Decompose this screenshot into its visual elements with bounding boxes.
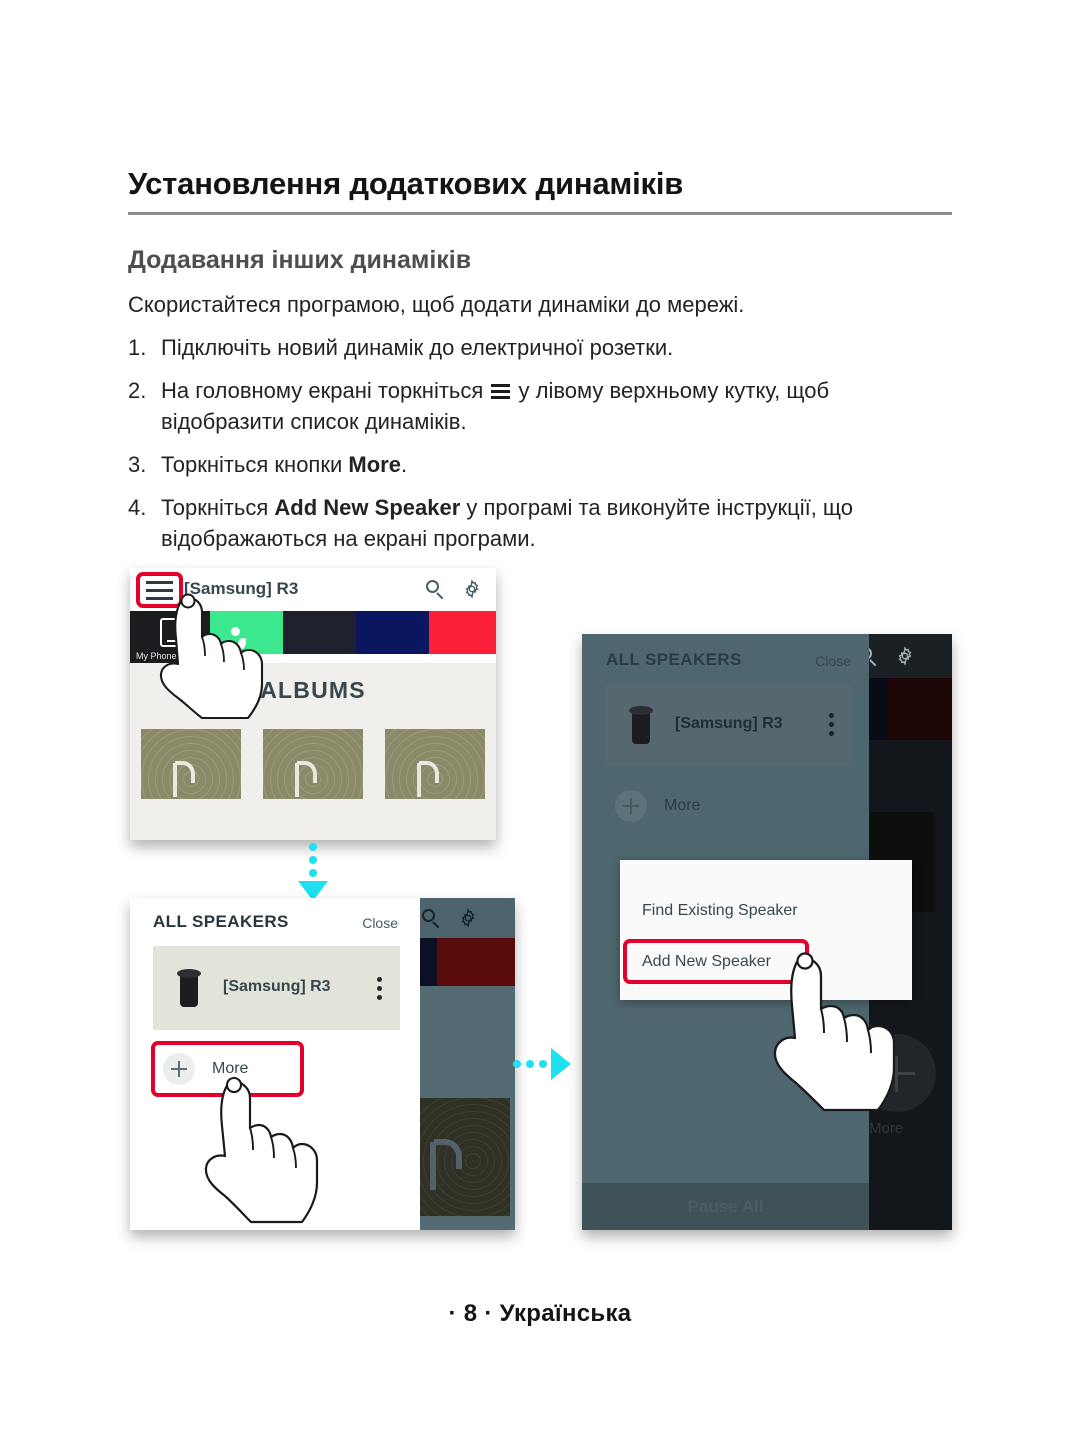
music-note-icon bbox=[415, 759, 441, 799]
my-phone-card[interactable]: My Phone bbox=[130, 611, 210, 663]
instruction-list: 1. Підключіть новий динамік до електричн… bbox=[128, 333, 956, 567]
more-label: More bbox=[664, 797, 701, 814]
list-item: 2. На головному екрані торкніться у ліво… bbox=[128, 376, 956, 437]
screenshot-add-speaker-dialog: More ALL SPEAKERS Close [Samsung] R3 Mor… bbox=[582, 634, 952, 1230]
step-number: 4. bbox=[128, 495, 147, 521]
hamburger-icon bbox=[491, 384, 511, 399]
step-number: 1. bbox=[128, 335, 147, 360]
step-text-pre: На головному екрані торкніться bbox=[161, 378, 490, 404]
step-text-post: . bbox=[400, 452, 408, 478]
hand-pointer-icon bbox=[204, 1076, 319, 1224]
speaker-icon bbox=[177, 969, 201, 1007]
step-text: Торкніться кнопки More. bbox=[161, 450, 956, 480]
strip-cell bbox=[429, 611, 496, 654]
step-text-bold: Add New Speaker bbox=[274, 495, 461, 521]
strip-cell bbox=[869, 678, 887, 740]
plus-icon bbox=[163, 1053, 195, 1085]
more-options-icon[interactable] bbox=[829, 713, 834, 736]
step-number: 2. bbox=[128, 378, 147, 404]
plus-icon bbox=[615, 790, 647, 822]
album-tile[interactable] bbox=[263, 729, 363, 799]
speaker-name: [Samsung] R3 bbox=[223, 978, 331, 995]
my-phone-label: My Phone bbox=[136, 651, 177, 661]
manual-page: Установлення додаткових динаміків Додава… bbox=[0, 0, 1080, 1451]
albums-heading: ALBUMS bbox=[260, 677, 366, 703]
strip-cell bbox=[283, 611, 356, 654]
more-label: More bbox=[869, 1120, 904, 1137]
page-footer: · 8 · Українська bbox=[448, 1300, 632, 1327]
step-text-bold: More bbox=[348, 452, 401, 478]
phone-icon bbox=[160, 618, 180, 647]
more-options-icon[interactable] bbox=[377, 977, 382, 1000]
title-divider bbox=[128, 212, 952, 215]
gear-icon[interactable] bbox=[895, 646, 915, 666]
step-text-pre: Торкніться bbox=[161, 495, 275, 521]
speaker-list-item[interactable]: [Samsung] R3 bbox=[605, 684, 852, 766]
step-text-pre: Підключіть новий динамік до електричної … bbox=[161, 335, 674, 360]
app-bar-title: [Samsung] R3 bbox=[184, 579, 299, 598]
more-button[interactable]: More bbox=[607, 782, 757, 830]
list-item: 4. Торкніться Add New Speaker у програмі… bbox=[128, 493, 956, 554]
search-icon[interactable] bbox=[426, 580, 445, 600]
strip-cell bbox=[356, 611, 429, 654]
strip-cell bbox=[437, 938, 515, 986]
album-tile[interactable] bbox=[418, 1098, 510, 1216]
screenshot-music-home: [Samsung] R3 My Phone ALBUMS bbox=[130, 568, 496, 840]
step-text: Підключіть новий динамік до електричної … bbox=[161, 333, 956, 363]
album-tile[interactable] bbox=[385, 729, 485, 799]
music-note-icon bbox=[171, 759, 197, 799]
music-note-icon bbox=[293, 759, 319, 799]
list-item: 1. Підключіть новий динамік до електричн… bbox=[128, 333, 956, 363]
find-existing-speaker-option[interactable]: Find Existing Speaker bbox=[642, 902, 798, 920]
add-speaker-dialog: Find Existing Speaker Add New Speaker bbox=[620, 860, 912, 1000]
page-title: Установлення додаткових динаміків bbox=[128, 166, 684, 201]
more-button[interactable]: More bbox=[155, 1045, 300, 1093]
flow-arrow-right bbox=[513, 1048, 573, 1080]
panel-title: ALL SPEAKERS bbox=[153, 912, 289, 931]
step-text: На головному екрані торкніться у лівому … bbox=[161, 376, 956, 437]
strip-cell bbox=[210, 611, 283, 654]
panel-title: ALL SPEAKERS bbox=[606, 650, 742, 669]
all-speakers-panel: ALL SPEAKERS Close [Samsung] R3 More bbox=[130, 898, 420, 1230]
section-subtitle: Додавання інших динаміків bbox=[128, 246, 472, 274]
step-text-pre: Торкніться кнопки bbox=[161, 452, 349, 478]
speaker-name: [Samsung] R3 bbox=[675, 715, 783, 732]
hamburger-icon[interactable] bbox=[146, 581, 173, 600]
search-icon[interactable] bbox=[422, 909, 441, 929]
add-new-speaker-option[interactable]: Add New Speaker bbox=[642, 953, 771, 971]
intro-paragraph: Скористайтеся програмою, щоб додати дина… bbox=[128, 292, 745, 317]
strip-cell bbox=[887, 678, 952, 740]
albums-section: ALBUMS bbox=[130, 663, 496, 840]
step-text: Торкніться Add New Speaker у програмі та… bbox=[161, 493, 956, 554]
list-item: 3. Торкніться кнопки More. bbox=[128, 450, 956, 480]
close-button[interactable]: Close bbox=[815, 653, 851, 669]
screenshot-all-speakers: ALL SPEAKERS Close [Samsung] R3 More bbox=[130, 898, 515, 1230]
flow-arrow-down bbox=[298, 843, 328, 903]
album-tile[interactable] bbox=[141, 729, 241, 799]
close-button[interactable]: Close bbox=[362, 915, 398, 931]
app-bar: [Samsung] R3 bbox=[130, 568, 496, 611]
more-label: More bbox=[212, 1060, 249, 1077]
step-number: 3. bbox=[128, 452, 147, 478]
pause-all-button[interactable]: Pause All bbox=[582, 1183, 869, 1230]
speaker-icon bbox=[629, 706, 653, 744]
gear-icon[interactable] bbox=[458, 908, 478, 928]
decorative-dot bbox=[231, 627, 240, 636]
speaker-list-item[interactable]: [Samsung] R3 bbox=[153, 946, 400, 1030]
gear-icon[interactable] bbox=[462, 579, 482, 599]
plus-icon[interactable] bbox=[858, 1034, 936, 1112]
music-note-icon bbox=[428, 1136, 464, 1192]
